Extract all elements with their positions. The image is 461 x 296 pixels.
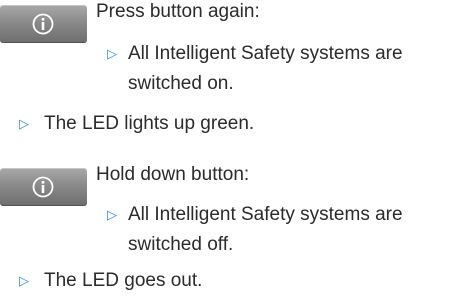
bullet-icon: ▷	[19, 273, 29, 288]
instruction-press-button: Press button again:	[96, 1, 260, 22]
instruction-hold-button: Hold down button:	[96, 164, 250, 185]
bullet-icon: ▷	[19, 116, 29, 131]
result-text-line1: All Intelligent Safety systems are	[128, 43, 403, 64]
bullet-icon: ▷	[107, 207, 117, 222]
bullet-icon: ▷	[107, 46, 117, 61]
result-text-line1: All Intelligent Safety systems are	[128, 204, 403, 225]
result-text-line2: switched on.	[128, 73, 234, 94]
intelligent-safety-button-icon	[0, 168, 87, 206]
result-text-line2: switched off.	[128, 234, 234, 255]
info-circle-icon	[32, 176, 54, 198]
intelligent-safety-button-icon	[0, 5, 87, 43]
led-status-text: The LED lights up green.	[44, 113, 255, 134]
led-status-text: The LED goes out.	[44, 270, 203, 291]
info-circle-icon	[32, 13, 54, 35]
